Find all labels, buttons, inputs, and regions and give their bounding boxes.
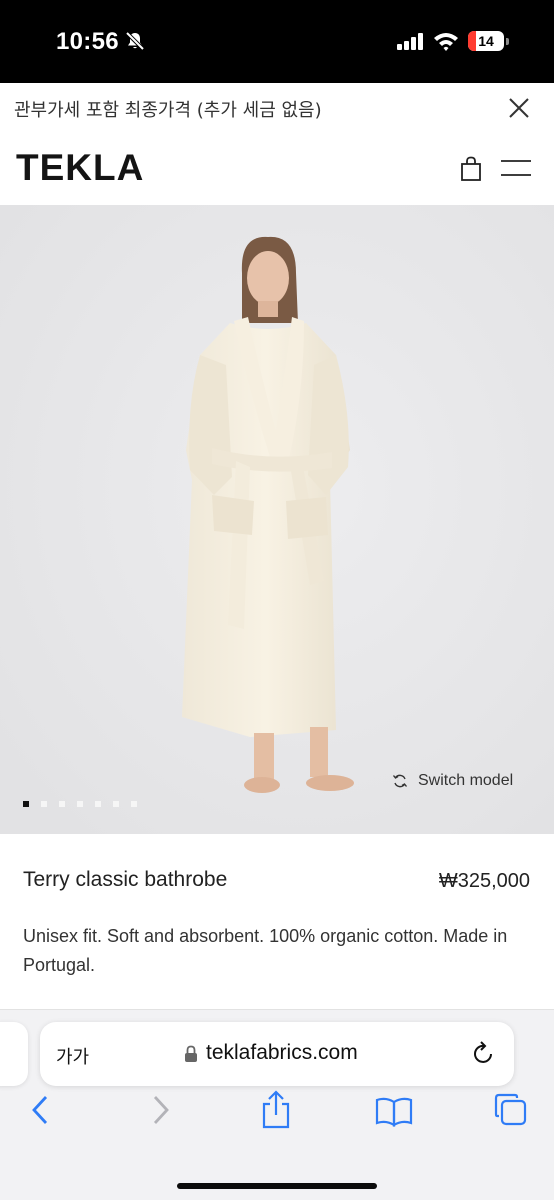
lock-icon [184,1045,198,1068]
home-indicator[interactable] [177,1183,377,1189]
bell-slash-icon [124,30,146,57]
wifi-icon [433,31,459,56]
carousel-dot[interactable] [113,801,119,807]
refresh-cycle-icon [392,774,408,788]
forward-chevron-icon[interactable] [148,1094,172,1131]
tabs-icon[interactable] [494,1093,528,1132]
hamburger-menu-icon[interactable] [501,159,531,184]
battery-level: 14 [478,33,494,49]
cellular-signal-icon [397,33,425,55]
carousel-dot[interactable] [131,801,137,807]
close-icon[interactable] [506,95,532,121]
reload-icon[interactable] [472,1041,496,1072]
brand-logo[interactable]: TEKLA [16,147,144,189]
previous-tab-preview[interactable] [0,1022,28,1086]
carousel-dot[interactable] [59,801,65,807]
product-description: Unisex fit. Soft and absorbent. 100% org… [23,926,508,975]
product-photo [0,205,554,834]
back-chevron-icon[interactable] [29,1094,53,1131]
address-bar[interactable]: 가가 teklafabrics.com [40,1022,514,1086]
bookmarks-book-icon[interactable] [375,1097,413,1132]
product-name: Terry classic bathrobe [23,868,228,891]
shopping-bag-icon[interactable] [460,156,482,187]
banner-text: 관부가세 포함 최종가격 (추가 세금 없음) [14,100,322,121]
tax-info-banner: 관부가세 포함 최종가격 (추가 세금 없음) [0,83,554,131]
carousel-dot[interactable] [77,801,83,807]
product-info: Terry classic bathrobe ₩325,000 Unisex f… [0,834,554,1014]
url-text[interactable]: teklafabrics.com [206,1041,358,1065]
battery-indicator: 14 [468,31,504,51]
status-bar: 10:56 14 [0,0,554,83]
carousel-dot[interactable] [95,801,101,807]
carousel-dot[interactable] [23,801,29,807]
battery-cap [506,38,509,45]
share-icon[interactable] [259,1089,293,1134]
product-image-carousel[interactable]: Switch model [0,205,554,834]
product-price: ₩325,000 [438,870,530,892]
switch-model-label: Switch model [418,772,514,789]
carousel-dot[interactable] [41,801,47,807]
status-time: 10:56 [56,28,119,55]
site-header: TEKLA [0,131,554,205]
text-size-button[interactable]: 가가 [56,1043,89,1069]
